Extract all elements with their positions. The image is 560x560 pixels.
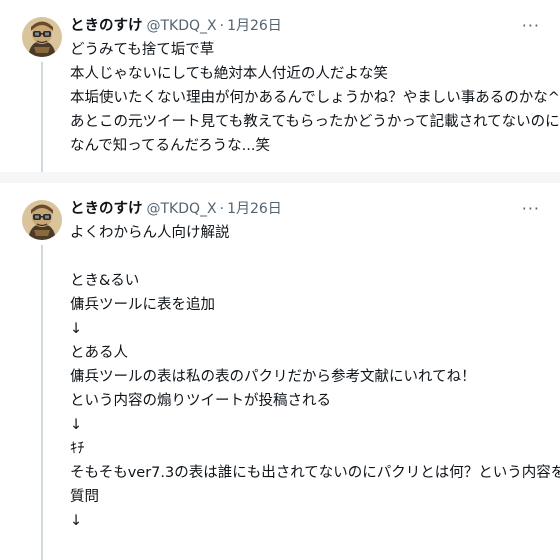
tweet-card[interactable]: ときのすけ @TKDQ_X · 1月26日 ··· よくわからん人向け解説 とき… xyxy=(0,183,560,560)
avatar-image xyxy=(22,17,62,57)
tweet-line: ↓ xyxy=(70,513,83,529)
tweet-line: 本人じゃないにしても絶対本人付近の人だよな笑 xyxy=(70,66,388,82)
ellipsis-icon[interactable]: ··· xyxy=(522,198,540,220)
tweet-text: どうみても捨て垢で草 本人じゃないにしても絶対本人付近の人だよな笑 本垢使いたく… xyxy=(70,38,560,158)
display-name[interactable]: ときのすけ xyxy=(70,198,143,220)
tweet-line: とある人 xyxy=(70,345,128,361)
tweet-line: ↓ xyxy=(70,321,83,337)
user-handle[interactable]: @TKDQ_X xyxy=(147,198,217,220)
tweet-line: どうみても捨て垢で草 xyxy=(70,42,215,58)
display-name[interactable]: ときのすけ xyxy=(70,15,143,37)
tweet-line: ↓ xyxy=(70,417,83,433)
tweet-line: 質問 xyxy=(70,489,99,505)
avatar-image xyxy=(22,200,62,240)
tweet-card[interactable]: ときのすけ @TKDQ_X · 1月26日 ··· どうみても捨て垢で草 本人じ… xyxy=(0,0,560,172)
avatar[interactable] xyxy=(22,200,62,240)
tweet-text: よくわからん人向け解説 とき&るい 傭兵ツールに表を追加 ↓ とある人 傭兵ツー… xyxy=(70,221,560,533)
thread-line xyxy=(41,62,43,172)
tweet-line: なんで知ってるんだろうな...笑 xyxy=(70,138,271,154)
tweet-line: という内容の煽りツイートが投稿される xyxy=(70,393,331,409)
tweet-line: ｷﾁ xyxy=(70,441,85,457)
tweet-header: ときのすけ @TKDQ_X · 1月26日 ··· xyxy=(70,15,540,37)
tweet-header: ときのすけ @TKDQ_X · 1月26日 ··· xyxy=(70,198,540,220)
user-handle[interactable]: @TKDQ_X xyxy=(147,15,217,37)
tweet-line: そもそもver7.3の表は誰にも出されてないのにパクリとは何？という内容を xyxy=(70,465,560,481)
ellipsis-icon[interactable]: ··· xyxy=(522,15,540,37)
separator-dot: · xyxy=(219,201,225,217)
tweet-line: よくわからん人向け解説 xyxy=(70,225,230,241)
tweet-line: あとこの元ツイート見ても教えてもらったかどうかって記載されてないのに xyxy=(70,114,560,130)
tweet-date[interactable]: 1月26日 xyxy=(227,198,282,220)
tweet-line: とき&るい xyxy=(70,273,140,289)
avatar[interactable] xyxy=(22,17,62,57)
tweet-line xyxy=(70,245,546,269)
separator-dot: · xyxy=(219,18,225,34)
tweet-line: 傭兵ツールに表を追加 xyxy=(70,297,215,313)
tweet-line: 傭兵ツールの表は私の表のパクリだから参考文献にいれてね！ xyxy=(70,369,476,385)
tweet-line: 本垢使いたくない理由が何かあるんでしょうかね？やましい事あるのかな^^ xyxy=(70,90,560,106)
tweet-date[interactable]: 1月26日 xyxy=(227,15,282,37)
thread-line xyxy=(41,245,43,560)
